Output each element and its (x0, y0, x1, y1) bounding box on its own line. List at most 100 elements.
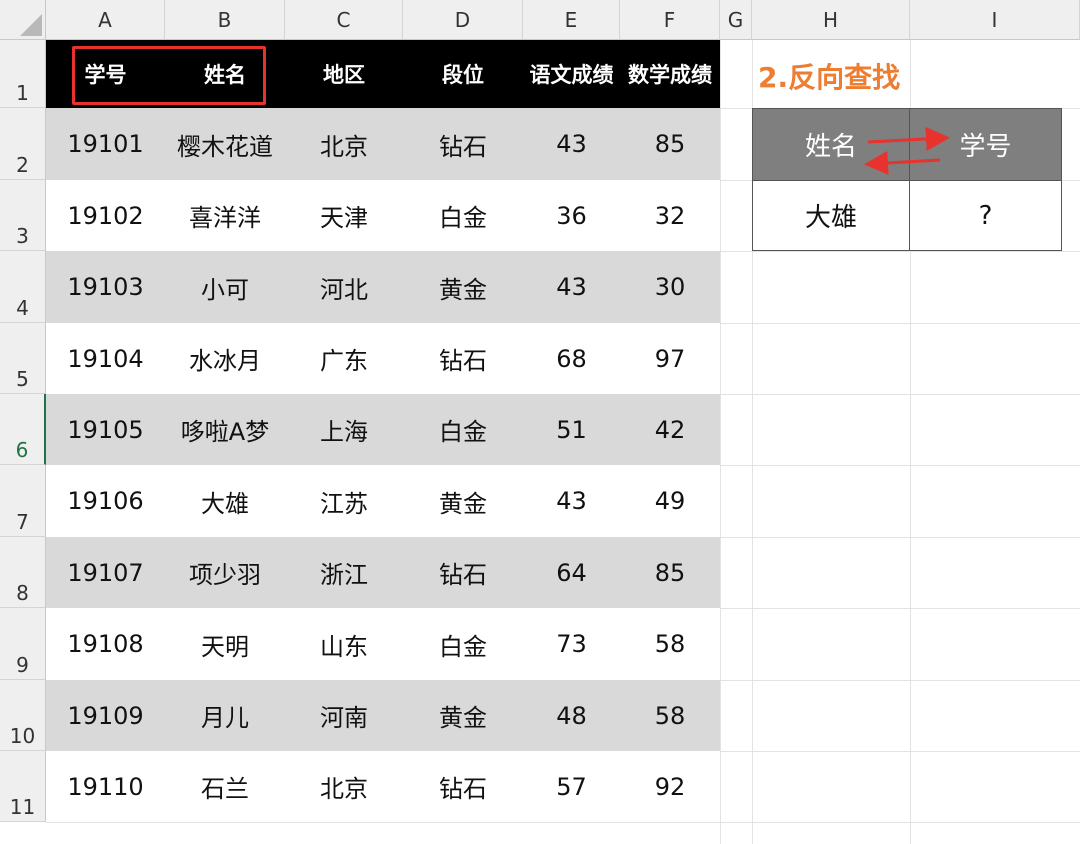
column-header-h[interactable]: H (752, 0, 910, 40)
table-cell[interactable]: 19110 (46, 751, 165, 822)
table-cell[interactable]: 19102 (46, 180, 165, 251)
table-cell[interactable]: 钻石 (403, 537, 523, 608)
gridline (720, 822, 1080, 823)
gridline (720, 251, 1080, 252)
table-cell[interactable]: 19101 (46, 108, 165, 180)
column-header-g[interactable]: G (720, 0, 752, 40)
table-cell[interactable]: 天津 (285, 180, 403, 251)
gridline (720, 40, 721, 844)
column-header-e[interactable]: E (523, 0, 620, 40)
column-header-b[interactable]: B (165, 0, 285, 40)
table-cell[interactable]: 北京 (285, 751, 403, 822)
table-cell[interactable]: 30 (620, 251, 720, 323)
table-cell[interactable]: 92 (620, 751, 720, 822)
table-cell[interactable]: 白金 (403, 608, 523, 680)
table-cell[interactable]: 黄金 (403, 680, 523, 751)
table-header-cell[interactable]: 段位 (403, 40, 523, 108)
table-cell[interactable]: 48 (523, 680, 620, 751)
table-cell[interactable]: 49 (620, 465, 720, 537)
table-cell[interactable]: 19109 (46, 680, 165, 751)
table-cell[interactable]: 大雄 (165, 465, 285, 537)
column-header-c[interactable]: C (285, 0, 403, 40)
table-cell[interactable]: 钻石 (403, 751, 523, 822)
table-cell[interactable]: 58 (620, 680, 720, 751)
row-header-11[interactable]: 11 (0, 751, 46, 822)
table-cell[interactable]: 73 (523, 608, 620, 680)
table-cell[interactable]: 钻石 (403, 323, 523, 394)
column-header-a[interactable]: A (46, 0, 165, 40)
table-cell[interactable]: 51 (523, 394, 620, 465)
select-all-corner[interactable] (0, 0, 46, 40)
table-cell[interactable]: 58 (620, 608, 720, 680)
lookup-value-name[interactable]: 大雄 (752, 180, 910, 251)
table-cell[interactable]: 月儿 (165, 680, 285, 751)
table-header-cell[interactable]: 数学成绩 (620, 40, 720, 108)
row-header-2[interactable]: 2 (0, 108, 46, 180)
table-cell[interactable]: 97 (620, 323, 720, 394)
row-header-1[interactable]: 1 (0, 40, 46, 108)
table-cell[interactable]: 68 (523, 323, 620, 394)
table-cell[interactable]: 85 (620, 537, 720, 608)
row-header-6[interactable]: 6 (0, 394, 46, 465)
table-cell[interactable]: 白金 (403, 180, 523, 251)
table-cell[interactable]: 项少羽 (165, 537, 285, 608)
table-cell[interactable]: 水冰月 (165, 323, 285, 394)
table-cell[interactable]: 64 (523, 537, 620, 608)
table-cell[interactable]: 广东 (285, 323, 403, 394)
row-header-5[interactable]: 5 (0, 323, 46, 394)
table-cell[interactable]: 上海 (285, 394, 403, 465)
gridline (720, 680, 1080, 681)
table-cell[interactable]: 石兰 (165, 751, 285, 822)
table-cell[interactable]: 43 (523, 465, 620, 537)
table-cell[interactable]: 河北 (285, 251, 403, 323)
table-cell[interactable]: 小可 (165, 251, 285, 323)
row-header-10[interactable]: 10 (0, 680, 46, 751)
table-cell[interactable]: 42 (620, 394, 720, 465)
section-title: 2.反向查找 (758, 61, 901, 94)
select-all-icon (20, 14, 42, 36)
gridline (720, 608, 1080, 609)
table-cell[interactable]: 19105 (46, 394, 165, 465)
table-cell[interactable]: 江苏 (285, 465, 403, 537)
table-cell[interactable]: 天明 (165, 608, 285, 680)
gridline (720, 465, 1080, 466)
table-cell[interactable]: 钻石 (403, 108, 523, 180)
table-cell[interactable]: 19108 (46, 608, 165, 680)
table-cell[interactable]: 河南 (285, 680, 403, 751)
row-header-9[interactable]: 9 (0, 608, 46, 680)
column-header-i[interactable]: I (910, 0, 1080, 40)
table-cell[interactable]: 19103 (46, 251, 165, 323)
table-cell[interactable]: 43 (523, 108, 620, 180)
table-header-cell[interactable]: 语文成绩 (523, 40, 620, 108)
gridline (720, 394, 1080, 395)
row-header-7[interactable]: 7 (0, 465, 46, 537)
table-cell[interactable]: 57 (523, 751, 620, 822)
table-cell[interactable]: 32 (620, 180, 720, 251)
table-cell[interactable]: 哆啦A梦 (165, 394, 285, 465)
table-cell[interactable]: 43 (523, 251, 620, 323)
row-header-3[interactable]: 3 (0, 180, 46, 251)
table-cell[interactable]: 黄金 (403, 251, 523, 323)
column-header-f[interactable]: F (620, 0, 720, 40)
table-cell[interactable]: 19104 (46, 323, 165, 394)
table-cell[interactable]: 浙江 (285, 537, 403, 608)
table-cell[interactable]: 85 (620, 108, 720, 180)
table-cell[interactable]: 19106 (46, 465, 165, 537)
arrow-left-icon (864, 150, 941, 175)
table-cell[interactable]: 36 (523, 180, 620, 251)
row-header-4[interactable]: 4 (0, 251, 46, 323)
table-header-cell[interactable]: 地区 (285, 40, 403, 108)
lookup-value-id[interactable]: ? (909, 180, 1062, 251)
arrow-right-icon (867, 126, 950, 151)
row-header-8[interactable]: 8 (0, 537, 46, 608)
gridline (46, 822, 720, 823)
swap-arrows-icon (864, 126, 950, 175)
table-cell[interactable]: 白金 (403, 394, 523, 465)
table-cell[interactable]: 喜洋洋 (165, 180, 285, 251)
table-cell[interactable]: 19107 (46, 537, 165, 608)
column-header-d[interactable]: D (403, 0, 523, 40)
table-cell[interactable]: 山东 (285, 608, 403, 680)
table-cell[interactable]: 北京 (285, 108, 403, 180)
table-cell[interactable]: 黄金 (403, 465, 523, 537)
table-cell[interactable]: 樱木花道 (165, 108, 285, 180)
